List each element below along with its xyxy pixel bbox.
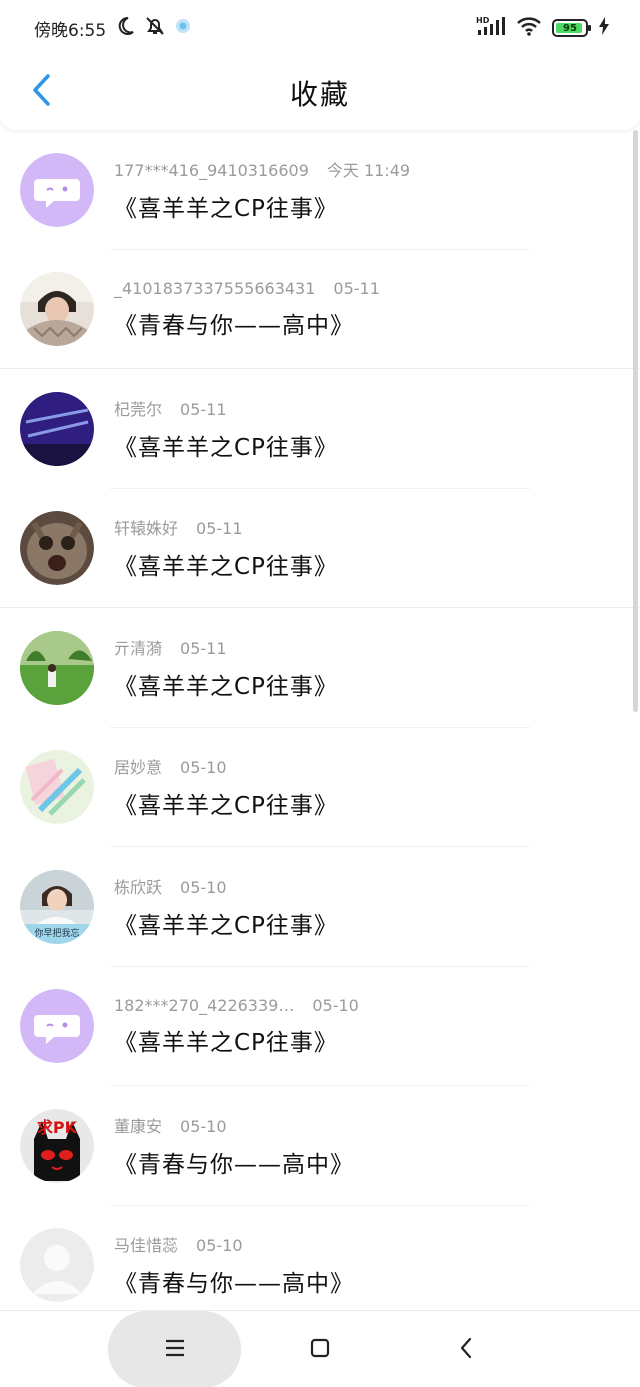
user-name: 177***416_9410316609 (114, 160, 309, 180)
work-title: 《喜羊羊之CP往事》 (114, 554, 338, 581)
battery-level: 95 (563, 22, 577, 34)
charging-icon (598, 16, 610, 40)
list-item[interactable]: 亓清漪 05-11 《喜羊羊之CP往事》 (0, 608, 640, 728)
item-info: 182***270_4226339… 05-10 《喜羊羊之CP往事》 (114, 996, 359, 1057)
work-title: 《喜羊羊之CP往事》 (114, 912, 338, 939)
user-name: _4101837337555663431 (114, 278, 316, 298)
avatar (20, 750, 94, 825)
list-item[interactable]: 177***416_9410316609 今天 11:49 《喜羊羊之CP往事》 (0, 130, 640, 250)
moon-icon (114, 15, 136, 42)
item-info: 177***416_9410316609 今天 11:49 《喜羊羊之CP往事》 (114, 157, 410, 223)
avatar (20, 630, 94, 705)
status-left: 傍晚6:55 (34, 15, 192, 42)
avatar (20, 1228, 94, 1303)
chevron-left-icon (31, 73, 53, 111)
work-title: 《喜羊羊之CP往事》 (114, 1029, 338, 1056)
work-title: 《喜羊羊之CP往事》 (114, 673, 338, 700)
item-info: 杞莞尔 05-11 《喜羊羊之CP往事》 (114, 396, 338, 462)
app-notification-icon (174, 17, 192, 40)
status-bar: 傍晚6:55 HD 95 (0, 0, 640, 56)
user-name: 董康安 (114, 1116, 163, 1136)
work-title: 《青春与你——高中》 (114, 1271, 354, 1298)
avatar-caption: 求PK (37, 1118, 78, 1137)
work-title: 《喜羊羊之CP往事》 (114, 434, 338, 461)
signal-icon: HD (476, 15, 506, 41)
square-icon (310, 1338, 330, 1362)
user-name: 居妙意 (114, 758, 163, 778)
item-info: 亓清漪 05-11 《喜羊羊之CP往事》 (114, 635, 338, 701)
avatar: 求PK (20, 1108, 94, 1183)
work-title: 《喜羊羊之CP往事》 (114, 195, 338, 222)
chevron-left-icon (459, 1337, 473, 1363)
item-time: 05-11 (196, 519, 243, 539)
scrollbar[interactable] (633, 130, 638, 712)
list-item[interactable]: 居妙意 05-10 《喜羊羊之CP往事》 (0, 728, 640, 847)
menu-icon (165, 1339, 185, 1361)
avatar-caption: 你早把我忘 (34, 927, 79, 939)
list-item[interactable]: 轩辕姝好 05-11 《喜羊羊之CP往事》 (0, 489, 640, 608)
avatar (20, 152, 94, 227)
item-time: 05-10 (180, 758, 227, 778)
avatar (20, 989, 94, 1064)
item-time: 05-10 (196, 1236, 243, 1256)
item-info: 轩辕姝好 05-11 《喜羊羊之CP往事》 (114, 515, 338, 581)
work-title: 《喜羊羊之CP往事》 (114, 793, 338, 820)
work-title: 《青春与你——高中》 (114, 1151, 354, 1178)
list-item[interactable]: 求PK 董康安 05-10 《青春与你——高中》 (0, 1086, 640, 1206)
back-button[interactable] (22, 72, 62, 112)
user-name: 亓清漪 (114, 638, 163, 658)
list-item[interactable]: _4101837337555663431 05-11 《青春与你——高中》 (0, 250, 640, 369)
user-name: 栋欣跃 (114, 877, 163, 897)
battery-icon: 95 (552, 19, 591, 37)
list-item[interactable]: 182***270_4226339… 05-10 《喜羊羊之CP往事》 (0, 967, 640, 1086)
work-title: 《青春与你——高中》 (114, 312, 354, 339)
item-time: 05-11 (333, 278, 380, 298)
network-label: HD (476, 16, 490, 25)
user-name: 轩辕姝好 (114, 519, 179, 539)
item-time: 05-11 (180, 638, 227, 658)
item-time: 05-10 (312, 995, 359, 1015)
user-name: 182***270_4226339… (114, 995, 295, 1015)
bell-off-icon (144, 15, 166, 42)
item-info: 董康安 05-10 《青春与你——高中》 (114, 1113, 354, 1179)
home-button[interactable] (290, 1311, 350, 1387)
back-nav-button[interactable] (436, 1311, 496, 1387)
item-time: 05-10 (180, 1116, 227, 1136)
list-item[interactable]: 杞莞尔 05-11 《喜羊羊之CP往事》 (0, 369, 640, 489)
avatar (20, 391, 94, 466)
system-nav-bar (0, 1310, 640, 1387)
list-item[interactable]: 马佳惜蕊 05-10 《青春与你——高中》 (0, 1206, 640, 1311)
item-time: 今天 11:49 (326, 160, 411, 180)
item-info: 居妙意 05-10 《喜羊羊之CP往事》 (114, 754, 338, 820)
user-name: 杞莞尔 (114, 399, 163, 419)
status-right: HD 95 (476, 15, 610, 41)
menu-button[interactable] (108, 1311, 241, 1387)
wifi-icon (516, 16, 542, 40)
item-info: 栋欣跃 05-10 《喜羊羊之CP往事》 (114, 874, 338, 940)
avatar: 你早把我忘 (20, 869, 94, 944)
item-time: 05-10 (180, 877, 227, 897)
item-info: 马佳惜蕊 05-10 《青春与你——高中》 (114, 1232, 354, 1298)
list-item[interactable]: 你早把我忘 栋欣跃 05-10 《喜羊羊之CP往事》 (0, 847, 640, 967)
user-name: 马佳惜蕊 (114, 1236, 179, 1256)
avatar (20, 511, 94, 586)
item-time: 05-11 (180, 399, 227, 419)
item-info: _4101837337555663431 05-11 《青春与你——高中》 (114, 279, 380, 340)
status-time: 傍晚6:55 (34, 20, 107, 41)
page-title: 收藏 (289, 78, 350, 111)
app-bar: 收藏 (0, 56, 640, 130)
avatar (20, 272, 94, 347)
favorites-list: 177***416_9410316609 今天 11:49 《喜羊羊之CP往事》 … (0, 130, 640, 1310)
